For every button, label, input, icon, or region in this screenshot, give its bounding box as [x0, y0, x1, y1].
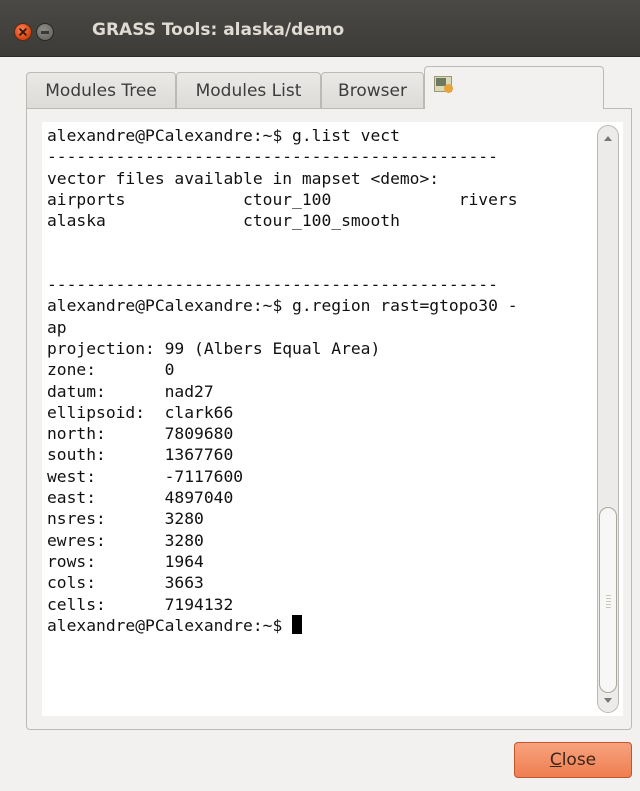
console-line: north: 7809680: [47, 424, 234, 444]
scrollbar-thumb[interactable]: [599, 507, 617, 693]
tab-modules-tree[interactable]: Modules Tree: [26, 72, 176, 108]
console-line: datum: nad27: [47, 381, 214, 401]
console-line: cells: 7194132: [47, 594, 234, 614]
console-line: west: -7117600: [47, 466, 244, 486]
tab-label: Modules Tree: [45, 80, 157, 101]
console-line: projection: 99 (Albers Equal Area): [47, 338, 381, 358]
console-line: alexandre@PCalexandre:~$ g.region rast=g…: [47, 296, 518, 316]
tab-browser[interactable]: Browser: [321, 72, 424, 108]
window-title: GRASS Tools: alaska/demo: [92, 20, 345, 40]
console-line: zone: 0: [47, 360, 175, 380]
window-minimize-icon[interactable]: [36, 23, 54, 41]
console-line: vector files available in mapset <demo>:: [47, 168, 440, 188]
console-line: rows: 1964: [47, 551, 204, 571]
console-line: nsres: 3280: [47, 509, 204, 529]
console-line: ap: [47, 317, 67, 337]
tab-modules-list[interactable]: Modules List: [176, 72, 321, 108]
vertical-scrollbar[interactable]: [597, 125, 619, 713]
tab-label: Modules List: [195, 80, 302, 101]
console-line: ellipsoid: clark66: [47, 402, 234, 422]
scroll-up-icon[interactable]: [604, 136, 612, 141]
text-cursor: [292, 614, 303, 634]
close-button[interactable]: Close: [514, 742, 632, 778]
title-bar: GRASS Tools: alaska/demo: [0, 0, 640, 57]
console-line: ewres: 3280: [47, 530, 204, 550]
window-close-icon[interactable]: [14, 23, 32, 41]
grip-icon: [606, 595, 611, 608]
console-line: airports ctour_100 rivers: [47, 189, 518, 209]
shell-icon: [434, 76, 453, 93]
console-line: alaska ctour_100_smooth: [47, 211, 400, 231]
console-line: alexandre@PCalexandre:~$ g.list vect: [47, 126, 400, 145]
tab-shell[interactable]: [424, 66, 604, 109]
console-line: ----------------------------------------…: [47, 147, 498, 167]
console-line: cols: 3663: [47, 573, 204, 593]
console-prompt-line: alexandre@PCalexandre:~$: [47, 614, 518, 636]
close-button-label: lose: [561, 750, 597, 770]
console-line: ----------------------------------------…: [47, 275, 498, 295]
console-text: alexandre@PCalexandre:~$ g.list vect ----…: [47, 125, 518, 636]
scroll-down-icon[interactable]: [604, 698, 612, 703]
console-line: south: 1367760: [47, 445, 234, 465]
tab-label: Browser: [338, 80, 407, 101]
close-button-mnemonic: C: [549, 750, 562, 770]
console-prompt: alexandre@PCalexandre:~$: [47, 615, 293, 635]
console-output[interactable]: alexandre@PCalexandre:~$ g.list vect ----…: [42, 122, 623, 716]
console-line: east: 4897040: [47, 488, 234, 508]
